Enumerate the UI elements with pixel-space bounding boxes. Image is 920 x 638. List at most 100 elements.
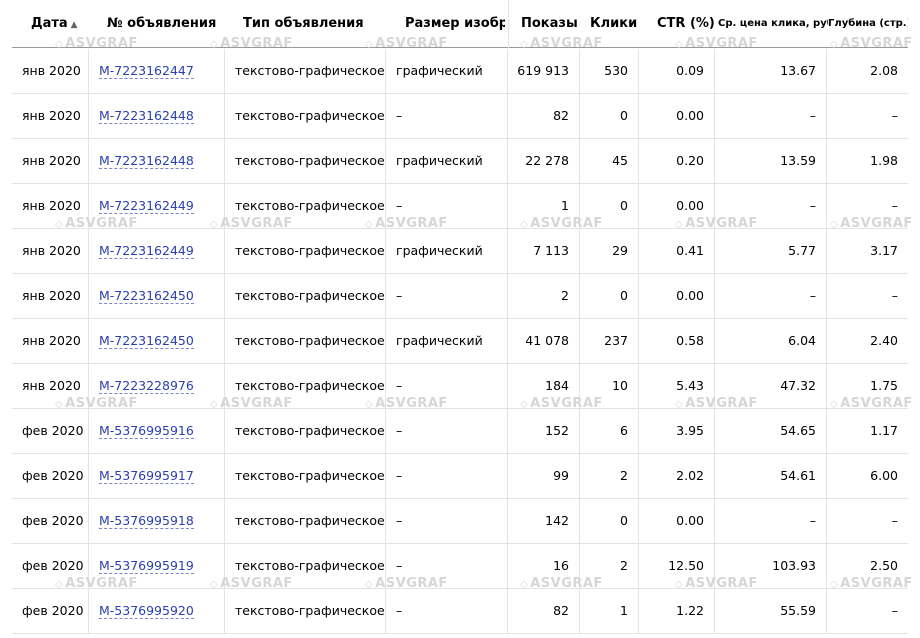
cell-ad-id: M-7223162447 bbox=[88, 49, 224, 93]
column-header-ctr[interactable]: CTR (%) bbox=[657, 0, 717, 48]
column-header-date-label: Дата bbox=[31, 16, 68, 31]
table-row: янв 2020 M-7223162448 текстово-графическое… bbox=[12, 139, 908, 184]
ad-id-link[interactable]: M-5376995920 bbox=[99, 604, 194, 619]
column-header-date[interactable]: Дата ▲ bbox=[31, 0, 101, 48]
cell-depth: – bbox=[826, 184, 908, 228]
cell-ad-type: текстово-графическое bbox=[224, 544, 385, 588]
ad-id-link[interactable]: M-7223162448 bbox=[99, 109, 194, 124]
table-row: янв 2020 M-7223228976 текстово-графическое… bbox=[12, 364, 908, 409]
table-row: фев 2020 M-5376995917 текстово-графическое… bbox=[12, 454, 908, 499]
cell-date: янв 2020 bbox=[22, 333, 81, 348]
cell-image-size: графический bbox=[385, 319, 507, 363]
cell-clicks: 10 bbox=[579, 364, 638, 408]
cell-ctr: 0.41 bbox=[638, 229, 714, 273]
cell-ad-type: текстово-графическое bbox=[224, 454, 385, 498]
cell-impressions: 142 bbox=[507, 499, 579, 543]
cell-image-size: графический bbox=[385, 49, 507, 93]
cell-date: фев 2020 bbox=[22, 558, 84, 573]
cell-clicks: 29 bbox=[579, 229, 638, 273]
cell-ad-type: текстово-графическое bbox=[224, 139, 385, 183]
cell-avg-cpc: 47.32 bbox=[714, 364, 826, 408]
cell-clicks: 6 bbox=[579, 409, 638, 453]
cell-ad-type: текстово-графическое bbox=[224, 589, 385, 633]
cell-ad-type: текстово-графическое bbox=[224, 94, 385, 138]
cell-impressions: 99 bbox=[507, 454, 579, 498]
ad-id-link[interactable]: M-7223162449 bbox=[99, 199, 194, 214]
table-row: янв 2020 M-7223162450 текстово-графическое… bbox=[12, 319, 908, 364]
ad-id-link[interactable]: M-7223162450 bbox=[99, 289, 194, 304]
cell-clicks: 0 bbox=[579, 184, 638, 228]
cell-avg-cpc: 54.65 bbox=[714, 409, 826, 453]
column-header-depth[interactable]: Глубина (стр.) bbox=[828, 0, 908, 48]
cell-ctr: 1.22 bbox=[638, 589, 714, 633]
cell-image-size: – bbox=[385, 409, 507, 453]
cell-ctr: 2.02 bbox=[638, 454, 714, 498]
cell-clicks: 1 bbox=[579, 589, 638, 633]
cell-ad-id: M-5376995918 bbox=[88, 499, 224, 543]
cell-date: фев 2020 bbox=[22, 423, 84, 438]
column-header-impressions[interactable]: Показы bbox=[508, 0, 578, 48]
cell-impressions: 82 bbox=[507, 589, 579, 633]
cell-image-size: – bbox=[385, 499, 507, 543]
cell-date: янв 2020 bbox=[22, 153, 81, 168]
ad-id-link[interactable]: M-5376995917 bbox=[99, 469, 194, 484]
cell-date: фев 2020 bbox=[22, 603, 84, 618]
ad-id-link[interactable]: M-5376995916 bbox=[99, 424, 194, 439]
column-header-clicks[interactable]: Клики bbox=[590, 0, 640, 48]
cell-clicks: 0 bbox=[579, 94, 638, 138]
cell-image-size: графический bbox=[385, 229, 507, 273]
cell-ad-id: M-5376995916 bbox=[88, 409, 224, 453]
cell-date: фев 2020 bbox=[22, 468, 84, 483]
ad-id-link[interactable]: M-5376995918 bbox=[99, 514, 194, 529]
cell-depth: – bbox=[826, 94, 908, 138]
cell-ctr: 12.50 bbox=[638, 544, 714, 588]
table-row: янв 2020 M-7223162448 текстово-графическое… bbox=[12, 94, 908, 139]
cell-impressions: 619 913 bbox=[507, 49, 579, 93]
table-header: Дата ▲ № объявления Тип объявления Размер… bbox=[12, 0, 908, 48]
cell-ctr: 0.00 bbox=[638, 499, 714, 543]
cell-ad-type: текстово-графическое bbox=[224, 499, 385, 543]
column-header-image-size[interactable]: Размер изображ bbox=[405, 0, 505, 48]
cell-depth: 1.17 bbox=[826, 409, 908, 453]
cell-depth: 2.40 bbox=[826, 319, 908, 363]
cell-impressions: 16 bbox=[507, 544, 579, 588]
cell-depth: 1.98 bbox=[826, 139, 908, 183]
ad-id-link[interactable]: M-7223162449 bbox=[99, 244, 194, 259]
ad-id-link[interactable]: M-7223162450 bbox=[99, 334, 194, 349]
ad-id-link[interactable]: M-7223162447 bbox=[99, 64, 194, 79]
cell-ad-id: M-7223162450 bbox=[88, 319, 224, 363]
cell-date: янв 2020 bbox=[22, 243, 81, 258]
cell-avg-cpc: 5.77 bbox=[714, 229, 826, 273]
sort-ascending-icon: ▲ bbox=[70, 20, 78, 30]
cell-ctr: 0.00 bbox=[638, 184, 714, 228]
cell-impressions: 82 bbox=[507, 94, 579, 138]
cell-avg-cpc: 54.61 bbox=[714, 454, 826, 498]
cell-image-size: – bbox=[385, 94, 507, 138]
cell-depth: 3.17 bbox=[826, 229, 908, 273]
cell-ad-id: M-5376995919 bbox=[88, 544, 224, 588]
cell-ad-id: M-5376995917 bbox=[88, 454, 224, 498]
cell-ad-id: M-7223162449 bbox=[88, 229, 224, 273]
ad-id-link[interactable]: M-5376995919 bbox=[99, 559, 194, 574]
column-header-ad-id[interactable]: № объявления bbox=[107, 0, 227, 48]
cell-ad-id: M-7223162448 bbox=[88, 94, 224, 138]
cell-ad-type: текстово-графическое bbox=[224, 409, 385, 453]
cell-avg-cpc: – bbox=[714, 274, 826, 318]
cell-avg-cpc: – bbox=[714, 184, 826, 228]
cell-ctr: 5.43 bbox=[638, 364, 714, 408]
cell-date: фев 2020 bbox=[22, 513, 84, 528]
cell-ad-type: текстово-графическое bbox=[224, 319, 385, 363]
cell-impressions: 1 bbox=[507, 184, 579, 228]
ad-id-link[interactable]: M-7223162448 bbox=[99, 154, 194, 169]
cell-ctr: 0.09 bbox=[638, 49, 714, 93]
table-row: фев 2020 M-5376995918 текстово-графическое… bbox=[12, 499, 908, 544]
cell-impressions: 41 078 bbox=[507, 319, 579, 363]
cell-image-size: – bbox=[385, 184, 507, 228]
cell-ad-id: M-7223162449 bbox=[88, 184, 224, 228]
cell-clicks: 2 bbox=[579, 544, 638, 588]
ad-id-link[interactable]: M-7223228976 bbox=[99, 379, 194, 394]
cell-image-size: – bbox=[385, 544, 507, 588]
column-header-avg-cpc[interactable]: Ср. цена клика, руб. bbox=[718, 0, 828, 48]
cell-clicks: 237 bbox=[579, 319, 638, 363]
column-header-ad-type[interactable]: Тип объявления bbox=[243, 0, 373, 48]
